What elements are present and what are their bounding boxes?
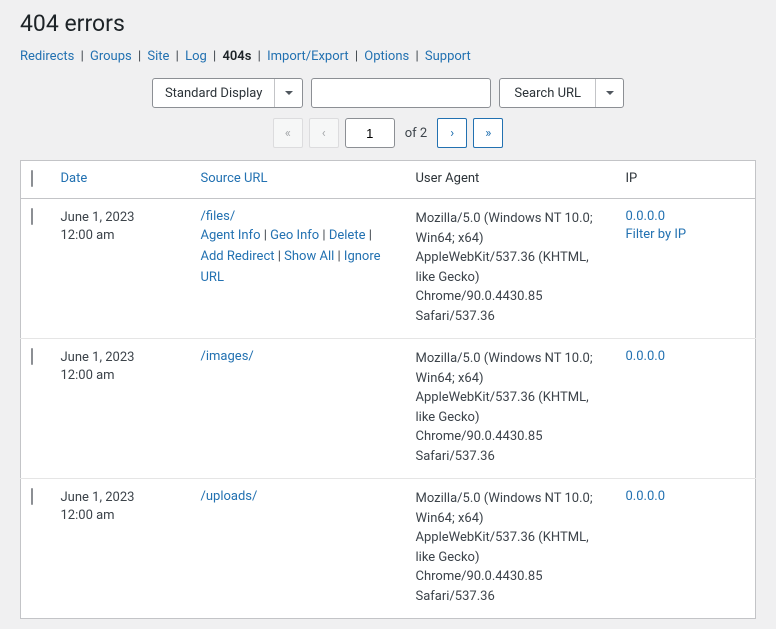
tab-404s: 404s bbox=[222, 49, 251, 64]
table-row: June 1, 202312:00 am /files/ Agent Info … bbox=[21, 199, 756, 339]
source-url-link[interactable]: /images/ bbox=[201, 349, 254, 364]
search-url-button[interactable]: Search URL bbox=[499, 78, 624, 108]
display-mode-select[interactable]: Standard Display bbox=[152, 78, 303, 108]
search-url-label[interactable]: Search URL bbox=[500, 79, 595, 107]
chevron-down-icon[interactable] bbox=[595, 79, 623, 107]
toolbar: Standard Display Search URL bbox=[20, 78, 756, 108]
action-show-all[interactable]: Show All bbox=[284, 249, 334, 264]
action-geo-info[interactable]: Geo Info bbox=[270, 228, 319, 243]
filter-by-ip-link[interactable]: Filter by IP bbox=[626, 227, 746, 242]
source-url-link[interactable]: /files/ bbox=[201, 209, 236, 224]
column-ip: IP bbox=[616, 161, 756, 199]
ip-link[interactable]: 0.0.0.0 bbox=[626, 349, 746, 364]
tab-options[interactable]: Options bbox=[364, 49, 409, 64]
row-date: June 1, 202312:00 am bbox=[51, 479, 191, 619]
tab-import-export[interactable]: Import/Export bbox=[267, 49, 349, 64]
chevron-down-icon[interactable] bbox=[274, 79, 302, 107]
page-title: 404 errors bbox=[20, 10, 756, 37]
table-row: June 1, 202312:00 am /uploads/ Mozilla/5… bbox=[21, 479, 756, 619]
source-url-link[interactable]: /uploads/ bbox=[201, 489, 258, 504]
ip-link[interactable]: 0.0.0.0 bbox=[626, 209, 746, 224]
action-agent-info[interactable]: Agent Info bbox=[201, 228, 261, 243]
user-agent-text: Mozilla/5.0 (Windows NT 10.0; Win64; x64… bbox=[406, 199, 616, 339]
page-prev-button: ‹ bbox=[309, 118, 339, 148]
page-first-button: « bbox=[273, 118, 303, 148]
tab-redirects[interactable]: Redirects bbox=[20, 49, 74, 64]
user-agent-text: Mozilla/5.0 (Windows NT 10.0; Win64; x64… bbox=[406, 479, 616, 619]
pagination: « ‹ of 2 › » bbox=[20, 118, 756, 148]
tab-log[interactable]: Log bbox=[185, 49, 207, 64]
tab-support[interactable]: Support bbox=[425, 49, 471, 64]
row-date: June 1, 202312:00 am bbox=[51, 339, 191, 479]
column-source-url[interactable]: Source URL bbox=[201, 171, 268, 186]
row-date: June 1, 202312:00 am bbox=[51, 199, 191, 339]
tab-site[interactable]: Site bbox=[147, 49, 169, 64]
nav-tabs: Redirects | Groups | Site | Log | 404s |… bbox=[20, 49, 756, 64]
action-delete[interactable]: Delete bbox=[329, 228, 366, 243]
display-mode-label: Standard Display bbox=[153, 79, 274, 107]
action-add-redirect[interactable]: Add Redirect bbox=[201, 249, 275, 264]
tab-groups[interactable]: Groups bbox=[90, 49, 132, 64]
page-next-button[interactable]: › bbox=[437, 118, 467, 148]
row-checkbox[interactable] bbox=[31, 348, 33, 365]
errors-table: Date Source URL User Agent IP June 1, 20… bbox=[20, 160, 756, 619]
page-last-button[interactable]: » bbox=[473, 118, 503, 148]
page-current-input[interactable] bbox=[345, 118, 395, 148]
select-all-checkbox[interactable] bbox=[31, 170, 33, 187]
ip-link[interactable]: 0.0.0.0 bbox=[626, 489, 746, 504]
row-checkbox[interactable] bbox=[31, 488, 33, 505]
page-of-text: of 2 bbox=[405, 126, 427, 141]
column-date[interactable]: Date bbox=[61, 171, 88, 186]
row-actions: Agent Info | Geo Info | Delete | Add Red… bbox=[201, 226, 396, 288]
column-user-agent: User Agent bbox=[406, 161, 616, 199]
search-input[interactable] bbox=[311, 78, 491, 108]
user-agent-text: Mozilla/5.0 (Windows NT 10.0; Win64; x64… bbox=[406, 339, 616, 479]
row-checkbox[interactable] bbox=[31, 208, 33, 225]
table-row: June 1, 202312:00 am /images/ Mozilla/5.… bbox=[21, 339, 756, 479]
